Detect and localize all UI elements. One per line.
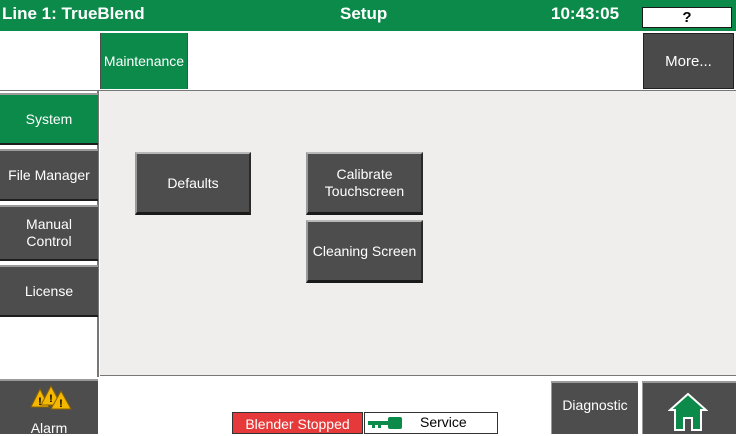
sidebar-item-label: License (24, 283, 74, 299)
sidebar-item-license[interactable]: License (0, 265, 98, 317)
cleaning-screen-button[interactable]: Cleaning Screen (306, 220, 423, 283)
defaults-button[interactable]: Defaults (135, 152, 251, 215)
sidebar-item-label: Manual Control (26, 216, 72, 249)
calibrate-touchscreen-button[interactable]: Calibrate Touchscreen (306, 152, 423, 215)
clock: 10:43:05 (551, 4, 620, 23)
sidebar-item-label: System (25, 111, 73, 127)
more-button[interactable]: More... (643, 33, 734, 89)
diagnostic-button[interactable]: Diagnostic (551, 381, 638, 434)
key-icon (368, 417, 402, 429)
svg-text:!: ! (59, 398, 63, 410)
warning-triangles-icon: ! ! ! (30, 385, 72, 410)
sidebar-item-file-manager[interactable]: File Manager (0, 149, 98, 201)
line-title: Line 1: TrueBlend (2, 4, 145, 23)
help-button[interactable]: ? (642, 7, 732, 28)
svg-text:!: ! (49, 393, 53, 405)
diagnostic-label: Diagnostic (562, 396, 628, 413)
tab-maintenance[interactable]: Maintenance (100, 33, 188, 89)
sidebar-item-manual-control[interactable]: Manual Control (0, 205, 98, 261)
screen-title: Setup (340, 4, 388, 23)
svg-text:!: ! (38, 396, 42, 408)
sidebar: System File Manager Manual Control Licen… (0, 91, 99, 377)
access-level-label: Service (420, 414, 467, 430)
sidebar-item-label: File Manager (8, 167, 90, 183)
defaults-label: Defaults (167, 174, 219, 191)
blender-status: Blender Stopped (232, 412, 363, 434)
sidebar-item-system[interactable]: System (0, 93, 98, 145)
calibrate-label: Calibrate Touchscreen (324, 166, 405, 199)
cleaning-label: Cleaning Screen (312, 242, 417, 259)
home-icon (668, 392, 708, 431)
